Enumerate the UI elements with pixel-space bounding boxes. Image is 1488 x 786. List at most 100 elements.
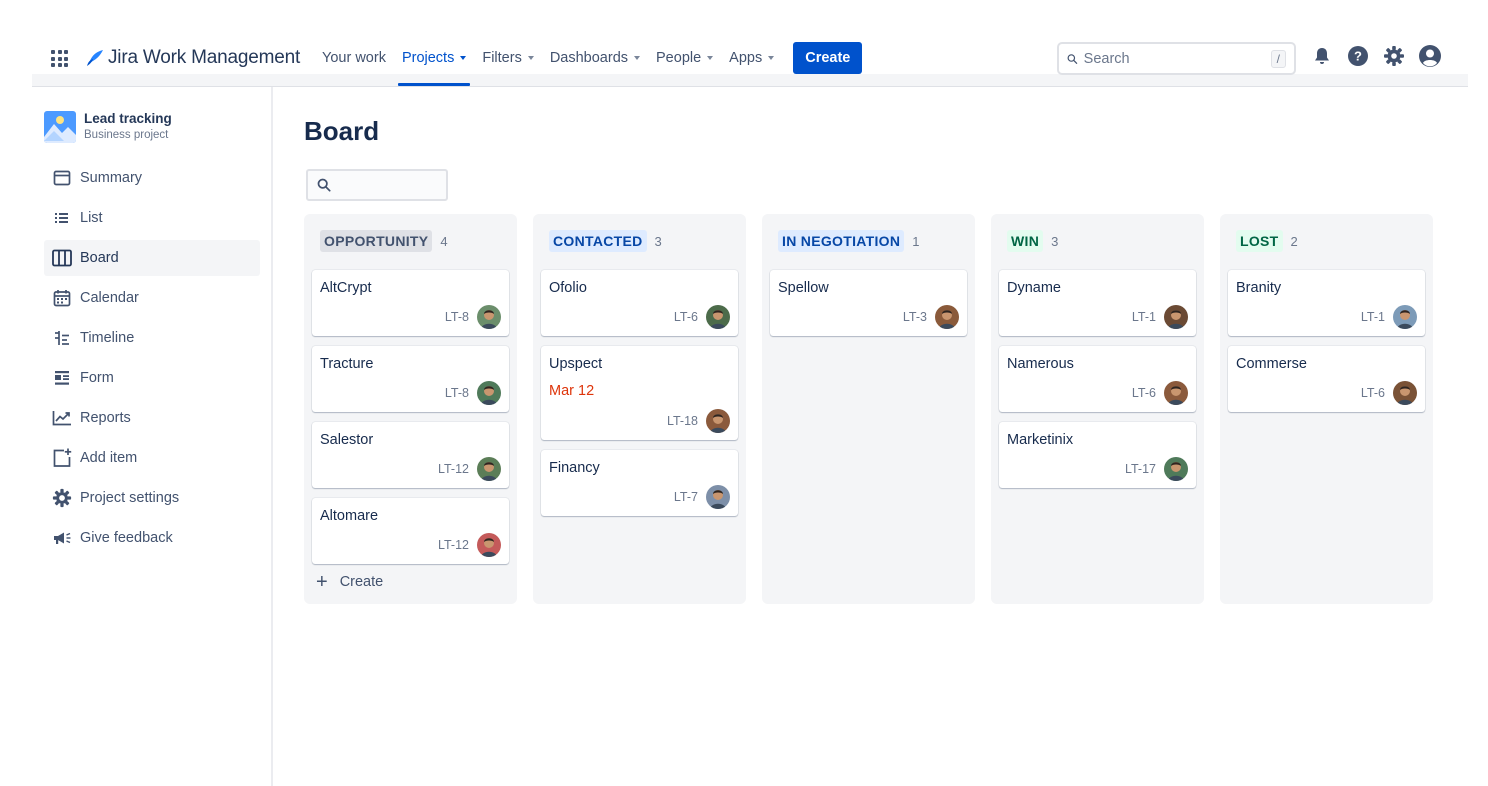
page-title: Board xyxy=(304,116,380,146)
nav-label: Your work xyxy=(322,50,386,66)
board-column-opportunity: OPPORTUNITY 4 AltCrypt LT-8 Tracture LT-… xyxy=(304,214,517,604)
column-header: OPPORTUNITY 4 xyxy=(320,230,448,252)
column-create-button[interactable]: + Create xyxy=(316,572,383,592)
issue-card[interactable]: Tracture LT-8 xyxy=(312,346,509,412)
issue-card[interactable]: Altomare LT-12 xyxy=(312,498,509,564)
help-icon[interactable]: ? xyxy=(1346,44,1370,68)
column-issue-count: 4 xyxy=(440,233,448,249)
card-issue-key: LT-7 xyxy=(673,490,698,504)
nav-label: Dashboards xyxy=(549,50,629,66)
assignee-avatar[interactable] xyxy=(706,305,730,329)
project-header[interactable]: Lead tracking Business project xyxy=(44,111,172,143)
issue-card[interactable]: Ofolio LT-6 xyxy=(541,270,738,336)
card-title: Ofolio xyxy=(549,280,587,296)
board-search[interactable] xyxy=(306,169,448,201)
search-input[interactable] xyxy=(1083,50,1271,67)
column-status-lozenge: IN NEGOTIATION xyxy=(778,230,905,252)
project-info: Lead tracking Business project xyxy=(84,111,172,143)
nav-apps[interactable]: Apps xyxy=(721,30,782,86)
column-status-lozenge: WIN xyxy=(1007,230,1044,252)
nav-your-work[interactable]: Your work xyxy=(314,30,394,86)
issue-card[interactable]: Dyname LT-1 xyxy=(999,270,1196,336)
nav-label: Apps xyxy=(729,50,763,66)
search-icon xyxy=(1067,53,1078,64)
sidebar-item-label: Timeline xyxy=(80,330,135,346)
assignee-avatar[interactable] xyxy=(1393,305,1417,329)
issue-card[interactable]: Branity LT-1 xyxy=(1228,270,1425,336)
create-button[interactable]: Create xyxy=(793,42,863,74)
logo-text: Jira Work Management xyxy=(108,47,301,68)
sidebar-item-add-item[interactable]: Add item xyxy=(44,440,260,476)
sidebar-item-calendar[interactable]: Calendar xyxy=(44,280,260,316)
nav-dashboards[interactable]: Dashboards xyxy=(542,30,648,86)
issue-card[interactable]: Commerse LT-6 xyxy=(1228,346,1425,412)
top-navigation: Jira Work Management Your work Projects … xyxy=(32,30,1468,87)
chevron-down-icon xyxy=(460,56,467,60)
card-title: Marketinix xyxy=(1007,432,1074,448)
assignee-avatar[interactable] xyxy=(477,381,501,405)
assignee-avatar[interactable] xyxy=(477,305,501,329)
assignee-avatar[interactable] xyxy=(1164,305,1188,329)
settings-icon[interactable] xyxy=(1382,44,1406,68)
project-avatar xyxy=(44,111,76,143)
sidebar-item-give-feedback[interactable]: Give feedback xyxy=(44,520,260,556)
nav-label: People xyxy=(656,50,702,66)
notifications-icon[interactable] xyxy=(1310,44,1334,68)
card-title: Dyname xyxy=(1007,280,1061,296)
chevron-down-icon xyxy=(707,56,714,60)
card-title: Namerous xyxy=(1007,356,1074,372)
issue-card[interactable]: Namerous LT-6 xyxy=(999,346,1196,412)
issue-card[interactable]: Financy LT-7 xyxy=(541,450,738,516)
column-header: LOST 2 xyxy=(1236,230,1298,252)
assignee-avatar[interactable] xyxy=(477,457,501,481)
card-title: Financy xyxy=(549,460,600,476)
issue-card[interactable]: Spellow LT-3 xyxy=(770,270,967,336)
list-icon xyxy=(52,208,72,228)
board-search-input[interactable] xyxy=(337,177,437,193)
sidebar-item-label: Give feedback xyxy=(80,530,173,546)
nav-people[interactable]: People xyxy=(648,30,721,86)
nav-filters[interactable]: Filters xyxy=(474,30,541,86)
assignee-avatar[interactable] xyxy=(1393,381,1417,405)
assignee-avatar[interactable] xyxy=(706,409,730,433)
profile-icon[interactable] xyxy=(1418,44,1442,68)
board-column-lost: LOST 2 Branity LT-1 Commerse LT-6 xyxy=(1220,214,1433,604)
reports-icon xyxy=(52,408,72,428)
board-column-win: WIN 3 Dyname LT-1 Namerous LT-6 Marketin… xyxy=(991,214,1204,604)
issue-card[interactable]: AltCrypt LT-8 xyxy=(312,270,509,336)
card-issue-key: LT-6 xyxy=(1131,386,1156,400)
chevron-down-icon xyxy=(634,56,641,60)
jira-logo[interactable]: Jira Work Management xyxy=(86,45,300,71)
chevron-down-icon xyxy=(768,56,775,60)
assignee-avatar[interactable] xyxy=(1164,457,1188,481)
issue-card[interactable]: Marketinix LT-17 xyxy=(999,422,1196,488)
nav-projects[interactable]: Projects xyxy=(394,30,474,86)
sidebar-item-reports[interactable]: Reports xyxy=(44,400,260,436)
nav-label: Projects xyxy=(401,50,455,66)
megaphone-icon xyxy=(52,528,72,548)
sidebar-item-project-settings[interactable]: Project settings xyxy=(44,480,260,516)
sidebar-item-summary[interactable]: Summary xyxy=(44,160,260,196)
sidebar-item-list[interactable]: List xyxy=(44,200,260,236)
card-issue-key: LT-6 xyxy=(1360,386,1385,400)
assignee-avatar[interactable] xyxy=(935,305,959,329)
sidebar-item-board[interactable]: Board xyxy=(44,240,260,276)
sidebar-item-timeline[interactable]: Timeline xyxy=(44,320,260,356)
column-header: WIN 3 xyxy=(1007,230,1058,252)
assignee-avatar[interactable] xyxy=(1164,381,1188,405)
card-title: Commerse xyxy=(1236,356,1307,372)
app-switcher-icon[interactable] xyxy=(51,50,68,67)
sidebar-item-label: Add item xyxy=(80,450,138,466)
card-issue-key: LT-3 xyxy=(902,310,927,324)
assignee-avatar[interactable] xyxy=(477,533,501,557)
calendar-icon xyxy=(52,288,72,308)
issue-card[interactable]: Salestor LT-12 xyxy=(312,422,509,488)
column-issue-count: 3 xyxy=(1051,233,1059,249)
issue-card[interactable]: Upspect Mar 12 LT-18 xyxy=(541,346,738,440)
assignee-avatar[interactable] xyxy=(706,485,730,509)
sidebar-item-label: Summary xyxy=(80,170,143,186)
sidebar-item-form[interactable]: Form xyxy=(44,360,260,396)
global-search[interactable]: / xyxy=(1057,42,1296,75)
project-sidebar: Lead tracking Business project Summary L… xyxy=(32,87,273,786)
sidebar-item-label: List xyxy=(80,210,103,226)
